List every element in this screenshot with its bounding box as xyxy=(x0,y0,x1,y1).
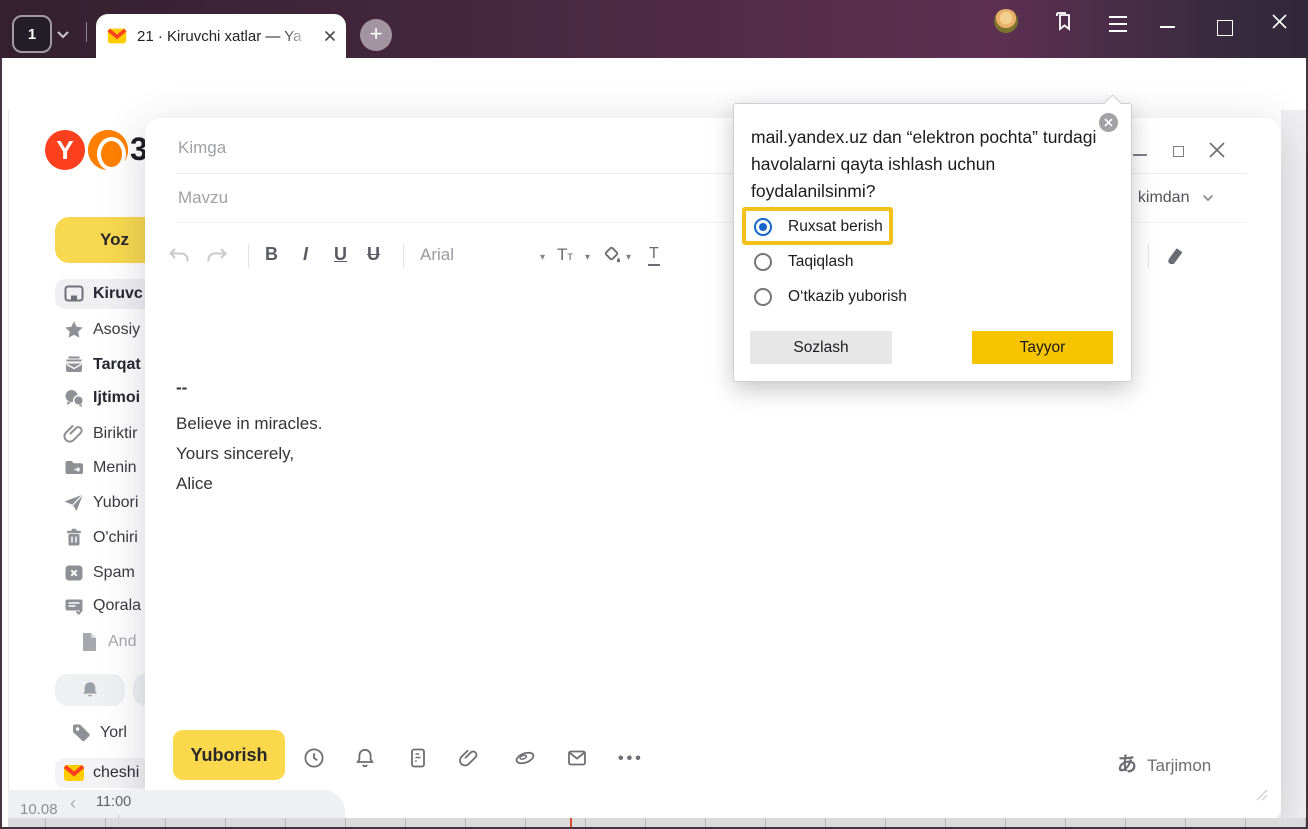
chevron-down-icon[interactable] xyxy=(56,30,70,39)
inbox-icon xyxy=(62,282,86,306)
to-field[interactable] xyxy=(176,137,600,159)
browser-window: 1 21 · Kiruvchi xatlar — Ya + Я mail.yan… xyxy=(0,0,1308,829)
signature-delimiter: -- xyxy=(176,378,187,398)
font-family-select[interactable]: Arial xyxy=(420,245,454,265)
compose-restore-button[interactable] xyxy=(1173,146,1184,157)
settings-button[interactable]: Sozlash xyxy=(750,331,892,364)
tutorial-highlight-box xyxy=(742,207,893,245)
radio-icon[interactable] xyxy=(754,288,772,306)
radio-option-block[interactable]: Taqiqlash xyxy=(754,252,854,272)
chevron-down-icon xyxy=(1202,194,1214,202)
tab-group-count: 1 xyxy=(28,26,36,43)
fill-color-icon[interactable] xyxy=(603,245,622,264)
titlebar-divider xyxy=(86,22,87,42)
template-icon[interactable] xyxy=(406,746,430,770)
yandex-mail-icon xyxy=(62,761,86,785)
text-color-icon[interactable]: T xyxy=(648,245,660,266)
dialog-message: mail.yandex.uz dan “elektron pochta” tur… xyxy=(751,124,1099,205)
yandex-mail-favicon xyxy=(106,25,128,47)
more-options-icon[interactable]: ••• xyxy=(618,750,644,768)
signature-line: Yours sincerely, xyxy=(176,444,294,464)
translator-button[interactable]: あTarjimon xyxy=(1117,748,1211,777)
newsletters-icon xyxy=(62,353,86,377)
sidebar-edge-line xyxy=(8,110,9,829)
window-border-left xyxy=(0,58,2,829)
current-time-marker xyxy=(570,818,572,827)
folder-icon xyxy=(62,456,86,480)
bookmarks-panel-icon[interactable] xyxy=(1050,8,1076,34)
tab-title-fade xyxy=(282,30,316,56)
font-size-button[interactable]: Tт xyxy=(557,245,573,265)
toolbar-divider xyxy=(403,244,404,268)
bell-icon xyxy=(79,679,101,701)
paperclip-icon xyxy=(62,422,86,446)
send-button[interactable]: Yuborish xyxy=(173,730,285,780)
bold-icon[interactable]: B xyxy=(265,244,278,265)
yandex360-logo-icon xyxy=(88,130,128,170)
schedule-time: 11:00 xyxy=(96,794,131,810)
maximize-button[interactable] xyxy=(1217,20,1233,36)
chevron-down-icon[interactable]: ▾ xyxy=(585,252,590,263)
toolbar-divider xyxy=(1148,244,1149,268)
from-selector[interactable]: , kimdan xyxy=(1129,189,1214,207)
tag-icon xyxy=(69,721,93,745)
undo-icon[interactable] xyxy=(167,246,191,266)
browser-titlebar: 1 21 · Kiruvchi xatlar — Ya + xyxy=(0,0,1308,58)
close-window-icon[interactable] xyxy=(1271,13,1288,30)
chevron-down-icon[interactable]: ▾ xyxy=(626,252,631,263)
menu-icon[interactable] xyxy=(1106,14,1130,34)
trash-icon xyxy=(62,526,86,550)
avatar[interactable] xyxy=(994,9,1018,33)
notifications-pill[interactable] xyxy=(55,674,125,706)
timeline-ruler[interactable] xyxy=(8,818,1306,827)
file-icon xyxy=(77,630,101,654)
permission-dialog: mail.yandex.uz dan “elektron pochta” tur… xyxy=(733,103,1132,382)
minimize-button[interactable] xyxy=(1160,26,1175,28)
done-button[interactable]: Tayyor xyxy=(972,331,1113,364)
spam-icon xyxy=(62,561,86,585)
star-icon xyxy=(62,318,86,342)
subject-field[interactable] xyxy=(176,187,600,209)
yandex-disk-icon[interactable] xyxy=(513,746,537,770)
toolbar-divider xyxy=(248,244,249,268)
sent-icon xyxy=(62,491,86,515)
social-icon xyxy=(62,386,86,410)
radio-option-skip[interactable]: O‘tkazib yuborish xyxy=(754,287,907,307)
schedule-send-icon[interactable] xyxy=(302,746,326,770)
redo-icon[interactable] xyxy=(205,246,229,266)
resize-grip-icon[interactable] xyxy=(1253,786,1269,802)
tab-group-chip[interactable]: 1 xyxy=(12,15,52,53)
close-icon xyxy=(1104,118,1113,127)
tab-close-icon[interactable] xyxy=(324,30,336,42)
notify-icon[interactable] xyxy=(353,746,377,770)
attach-file-icon[interactable] xyxy=(457,746,481,770)
compose-minimize-button[interactable] xyxy=(1133,154,1147,156)
attach-from-mail-icon[interactable] xyxy=(565,746,589,770)
dialog-close-button[interactable] xyxy=(1099,113,1118,132)
page-backdrop xyxy=(1281,110,1306,829)
compose-close-icon[interactable] xyxy=(1208,141,1226,159)
translator-icon: あ xyxy=(1117,754,1137,776)
signature-line: Believe in miracles. xyxy=(176,414,322,434)
eraser-icon[interactable] xyxy=(1163,244,1187,268)
strikethrough-icon[interactable]: U xyxy=(367,244,380,265)
drafts-icon xyxy=(62,594,86,618)
active-tab[interactable]: 21 · Kiruvchi xatlar — Ya xyxy=(96,14,346,58)
radio-icon[interactable] xyxy=(754,253,772,271)
chevron-left-icon[interactable]: ‹ xyxy=(70,793,76,814)
new-tab-button[interactable]: + xyxy=(360,19,392,51)
underline-icon[interactable]: U xyxy=(334,244,347,265)
chevron-down-icon[interactable]: ▾ xyxy=(540,252,545,263)
schedule-date: 10.08 xyxy=(20,801,58,818)
italic-icon[interactable]: I xyxy=(303,244,308,265)
yandex-logo-icon[interactable]: Y xyxy=(45,130,85,170)
signature-line: Alice xyxy=(176,474,213,494)
